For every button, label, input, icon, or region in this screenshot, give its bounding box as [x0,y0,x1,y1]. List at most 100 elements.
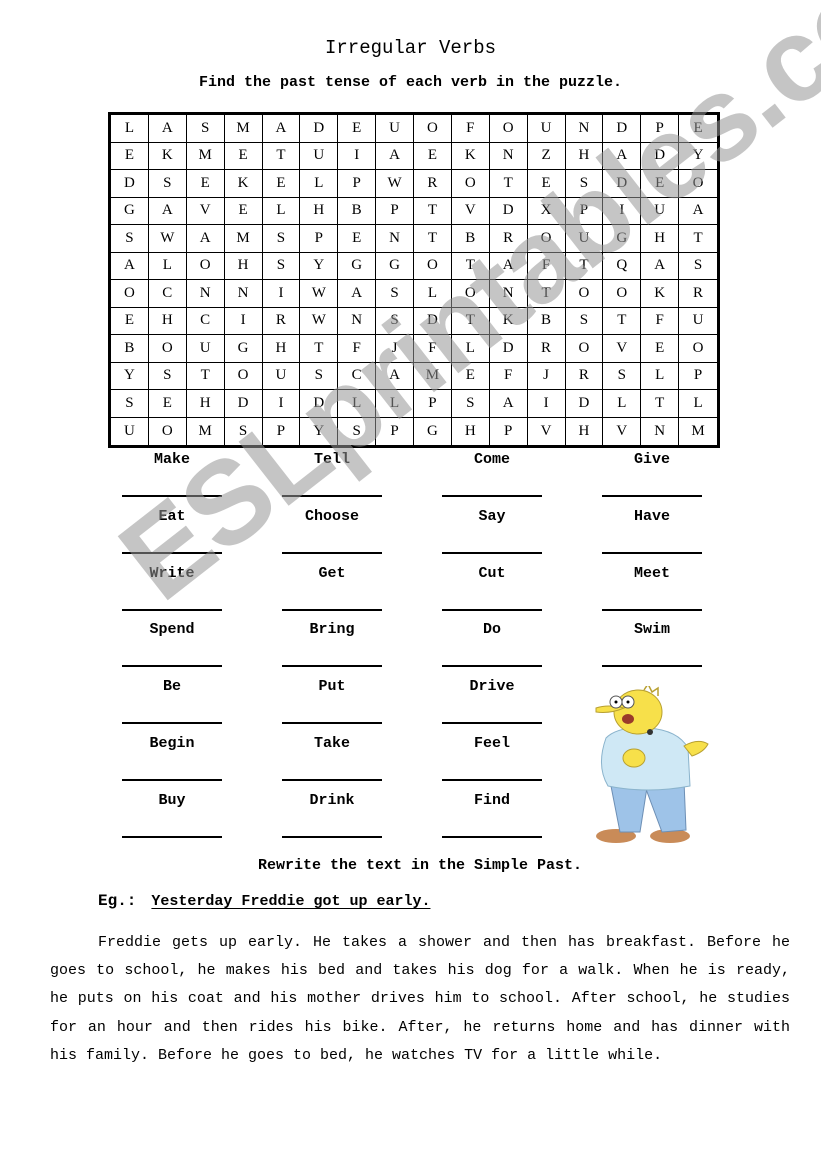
grid-cell[interactable]: E [224,197,263,225]
grid-cell[interactable]: D [300,115,339,143]
answer-blank[interactable] [602,495,702,497]
grid-cell[interactable]: F [338,335,377,363]
grid-cell[interactable]: L [641,362,680,390]
grid-cell[interactable]: L [451,335,490,363]
grid-cell[interactable]: E [527,170,566,198]
grid-cell[interactable]: G [376,252,414,280]
grid-cell[interactable]: S [262,252,301,280]
grid-cell[interactable]: T [262,142,301,170]
grid-cell[interactable]: S [451,390,490,418]
grid-cell[interactable]: A [148,197,187,225]
grid-cell[interactable]: E [186,170,225,198]
grid-cell[interactable]: D [603,115,642,143]
grid-cell[interactable]: U [111,417,149,445]
grid-cell[interactable]: Y [300,417,339,445]
grid-cell[interactable]: P [641,115,680,143]
grid-cell[interactable]: M [187,417,225,445]
grid-cell[interactable]: N [186,280,225,308]
answer-blank[interactable] [442,608,542,611]
grid-cell[interactable]: J [376,335,414,363]
grid-cell[interactable]: A [148,115,187,143]
grid-cell[interactable]: A [111,252,149,280]
answer-blank[interactable] [122,722,222,725]
grid-cell[interactable]: T [300,335,339,363]
grid-cell[interactable]: F [641,307,680,335]
grid-cell[interactable]: S [148,362,187,390]
answer-blank[interactable] [282,779,382,781]
grid-cell[interactable]: R [414,170,452,198]
grid-cell[interactable]: T [565,252,604,280]
grid-cell[interactable]: L [603,390,642,418]
grid-cell[interactable]: O [414,115,452,143]
grid-cell[interactable]: E [414,142,452,170]
grid-cell[interactable]: Y [300,252,339,280]
grid-cell[interactable]: D [641,142,680,170]
grid-cell[interactable]: S [111,225,149,253]
grid-cell[interactable]: A [338,280,377,308]
grid-cell[interactable]: J [527,362,566,390]
grid-cell[interactable]: Y [111,362,149,390]
grid-cell[interactable]: T [527,280,566,308]
grid-cell[interactable]: C [186,307,225,335]
grid-cell[interactable]: O [451,170,490,198]
grid-cell[interactable]: N [565,115,604,143]
grid-cell[interactable]: E [111,307,149,335]
grid-cell[interactable]: V [186,197,225,225]
grid-cell[interactable]: K [451,142,490,170]
grid-cell[interactable]: H [452,417,490,445]
grid-cell[interactable]: U [527,115,566,143]
grid-cell[interactable]: S [603,362,642,390]
grid-cell[interactable]: C [338,362,377,390]
grid-cell[interactable]: P [300,225,339,253]
grid-cell[interactable]: A [186,225,225,253]
grid-cell[interactable]: U [565,225,604,253]
grid-cell[interactable]: F [489,362,528,390]
grid-cell[interactable]: S [186,115,225,143]
grid-cell[interactable]: E [338,225,377,253]
grid-cell[interactable]: L [148,252,187,280]
grid-cell[interactable]: K [641,280,680,308]
grid-cell[interactable]: S [148,170,187,198]
grid-cell[interactable]: G [224,335,263,363]
grid-cell[interactable]: T [603,307,642,335]
grid-cell[interactable]: M [679,418,717,446]
grid-cell[interactable]: W [300,307,339,335]
answer-blank[interactable] [122,835,222,838]
grid-cell[interactable]: S [111,390,149,418]
grid-cell[interactable]: N [376,225,414,253]
grid-cell[interactable]: R [489,225,528,253]
grid-cell[interactable]: G [111,197,149,225]
grid-cell[interactable]: O [565,280,604,308]
grid-cell[interactable]: T [414,225,452,253]
grid-cell[interactable]: V [603,417,642,445]
grid-cell[interactable]: F [527,252,566,280]
answer-blank[interactable] [602,551,702,554]
grid-cell[interactable]: H [186,390,225,418]
grid-cell[interactable]: R [527,335,566,363]
grid-cell[interactable]: E [641,335,680,363]
grid-cell[interactable]: D [111,170,149,198]
grid-cell[interactable]: O [679,335,717,363]
grid-cell[interactable]: K [489,307,528,335]
grid-cell[interactable]: Q [603,252,642,280]
grid-cell[interactable]: W [376,170,414,198]
grid-cell[interactable]: O [111,280,149,308]
grid-cell[interactable]: P [679,363,717,390]
answer-blank[interactable] [122,665,222,668]
grid-cell[interactable]: E [451,362,490,390]
grid-cell[interactable]: L [376,390,414,418]
grid-cell[interactable]: E [111,142,149,170]
grid-cell[interactable]: A [376,362,414,390]
answer-blank[interactable] [442,665,542,668]
grid-cell[interactable]: M [224,225,263,253]
grid-cell[interactable]: L [262,197,301,225]
grid-cell[interactable]: A [262,115,301,143]
grid-cell[interactable]: M [414,362,452,390]
answer-blank[interactable] [442,722,542,725]
grid-cell[interactable]: L [679,390,717,418]
grid-cell[interactable]: H [641,225,680,253]
grid-cell[interactable]: Z [527,142,566,170]
grid-cell[interactable]: O [149,417,187,445]
grid-cell[interactable]: D [224,390,263,418]
grid-cell[interactable]: O [489,115,528,143]
